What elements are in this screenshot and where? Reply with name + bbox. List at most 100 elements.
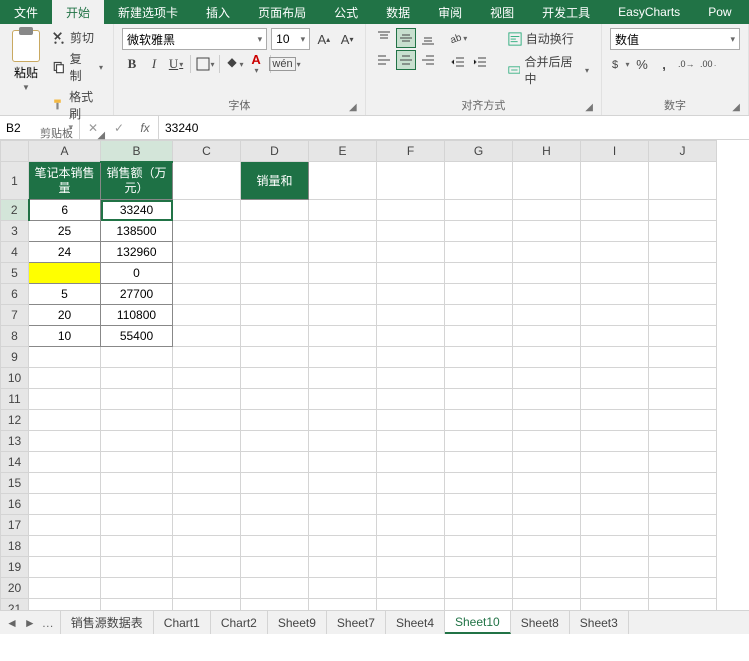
accounting-format-button[interactable]: $ — [610, 54, 630, 74]
cell-D18[interactable] — [241, 536, 309, 557]
cell-D5[interactable] — [241, 263, 309, 284]
cell-E6[interactable] — [309, 284, 377, 305]
cell-C1[interactable] — [173, 162, 241, 200]
font-size-combo[interactable]: 10▾ — [271, 28, 310, 50]
cell-B5[interactable]: 0 — [101, 263, 173, 284]
cell-G19[interactable] — [445, 557, 513, 578]
borders-button[interactable] — [195, 54, 215, 74]
cell-I20[interactable] — [581, 578, 649, 599]
cell-B18[interactable] — [101, 536, 173, 557]
cell-E8[interactable] — [309, 326, 377, 347]
cell-B10[interactable] — [101, 368, 173, 389]
increase-font-button[interactable]: A▴ — [314, 29, 333, 49]
format-painter-button[interactable]: 格式刷 — [50, 87, 105, 123]
cell-I12[interactable] — [581, 410, 649, 431]
row-header-8[interactable]: 8 — [1, 326, 29, 347]
cell-B13[interactable] — [101, 431, 173, 452]
cell-J15[interactable] — [649, 473, 717, 494]
cell-F12[interactable] — [377, 410, 445, 431]
cell-C5[interactable] — [173, 263, 241, 284]
cell-J7[interactable] — [649, 305, 717, 326]
cell-J18[interactable] — [649, 536, 717, 557]
cell-A1[interactable]: 笔记本销售量 — [29, 162, 101, 200]
cell-B1[interactable]: 销售额（万元） — [101, 162, 173, 200]
decrease-font-button[interactable]: A▾ — [337, 29, 356, 49]
row-header-3[interactable]: 3 — [1, 221, 29, 242]
ribbon-tab-开发工具[interactable]: 开发工具 — [528, 0, 604, 24]
row-header-20[interactable]: 20 — [1, 578, 29, 599]
cell-H5[interactable] — [513, 263, 581, 284]
cell-I2[interactable] — [581, 200, 649, 221]
cell-F7[interactable] — [377, 305, 445, 326]
cell-F8[interactable] — [377, 326, 445, 347]
ribbon-tab-公式[interactable]: 公式 — [320, 0, 372, 24]
cell-I8[interactable] — [581, 326, 649, 347]
cell-F4[interactable] — [377, 242, 445, 263]
cell-E1[interactable] — [309, 162, 377, 200]
cell-A18[interactable] — [29, 536, 101, 557]
cell-C15[interactable] — [173, 473, 241, 494]
decrease-decimal-button[interactable]: .00→.0 — [698, 54, 718, 74]
col-header-D[interactable]: D — [241, 141, 309, 162]
cell-B19[interactable] — [101, 557, 173, 578]
cell-C17[interactable] — [173, 515, 241, 536]
cell-J2[interactable] — [649, 200, 717, 221]
align-center-button[interactable] — [396, 50, 416, 70]
cell-H21[interactable] — [513, 599, 581, 611]
cell-A10[interactable] — [29, 368, 101, 389]
cell-I16[interactable] — [581, 494, 649, 515]
cell-E14[interactable] — [309, 452, 377, 473]
cell-B20[interactable] — [101, 578, 173, 599]
cell-I1[interactable] — [581, 162, 649, 200]
cell-F13[interactable] — [377, 431, 445, 452]
cell-H14[interactable] — [513, 452, 581, 473]
cell-H1[interactable] — [513, 162, 581, 200]
row-header-6[interactable]: 6 — [1, 284, 29, 305]
cell-A9[interactable] — [29, 347, 101, 368]
wrap-text-button[interactable]: 自动换行 — [504, 28, 593, 49]
cell-E17[interactable] — [309, 515, 377, 536]
cell-H2[interactable] — [513, 200, 581, 221]
cell-I14[interactable] — [581, 452, 649, 473]
cell-H16[interactable] — [513, 494, 581, 515]
cell-D17[interactable] — [241, 515, 309, 536]
cell-G6[interactable] — [445, 284, 513, 305]
cell-G2[interactable] — [445, 200, 513, 221]
ribbon-tab-文件[interactable]: 文件 — [0, 0, 52, 24]
ribbon-tab-审阅[interactable]: 审阅 — [424, 0, 476, 24]
cell-C8[interactable] — [173, 326, 241, 347]
cell-J17[interactable] — [649, 515, 717, 536]
cell-B3[interactable]: 138500 — [101, 221, 173, 242]
align-bottom-button[interactable] — [418, 28, 438, 48]
cell-J3[interactable] — [649, 221, 717, 242]
phonetic-button[interactable]: wén — [275, 54, 295, 74]
row-header-10[interactable]: 10 — [1, 368, 29, 389]
cell-D4[interactable] — [241, 242, 309, 263]
increase-decimal-button[interactable]: .0→.00 — [676, 54, 696, 74]
cell-A3[interactable]: 25 — [29, 221, 101, 242]
cell-D7[interactable] — [241, 305, 309, 326]
cell-J13[interactable] — [649, 431, 717, 452]
cell-G3[interactable] — [445, 221, 513, 242]
cell-I15[interactable] — [581, 473, 649, 494]
font-name-combo[interactable]: 微软雅黑▾ — [122, 28, 267, 50]
cell-F2[interactable] — [377, 200, 445, 221]
row-header-17[interactable]: 17 — [1, 515, 29, 536]
number-format-combo[interactable]: 数值▾ — [610, 28, 740, 50]
cell-G17[interactable] — [445, 515, 513, 536]
worksheet-grid[interactable]: ABCDEFGHIJ1笔记本销售量销售额（万元）销量和2633240325138… — [0, 140, 749, 610]
cell-G15[interactable] — [445, 473, 513, 494]
cell-B21[interactable] — [101, 599, 173, 611]
cell-B14[interactable] — [101, 452, 173, 473]
row-header-4[interactable]: 4 — [1, 242, 29, 263]
cell-E18[interactable] — [309, 536, 377, 557]
cell-F11[interactable] — [377, 389, 445, 410]
cell-A11[interactable] — [29, 389, 101, 410]
row-header-9[interactable]: 9 — [1, 347, 29, 368]
col-header-E[interactable]: E — [309, 141, 377, 162]
cell-I3[interactable] — [581, 221, 649, 242]
cell-I9[interactable] — [581, 347, 649, 368]
cell-I19[interactable] — [581, 557, 649, 578]
cell-I6[interactable] — [581, 284, 649, 305]
number-launcher[interactable]: ◢ — [732, 102, 740, 113]
